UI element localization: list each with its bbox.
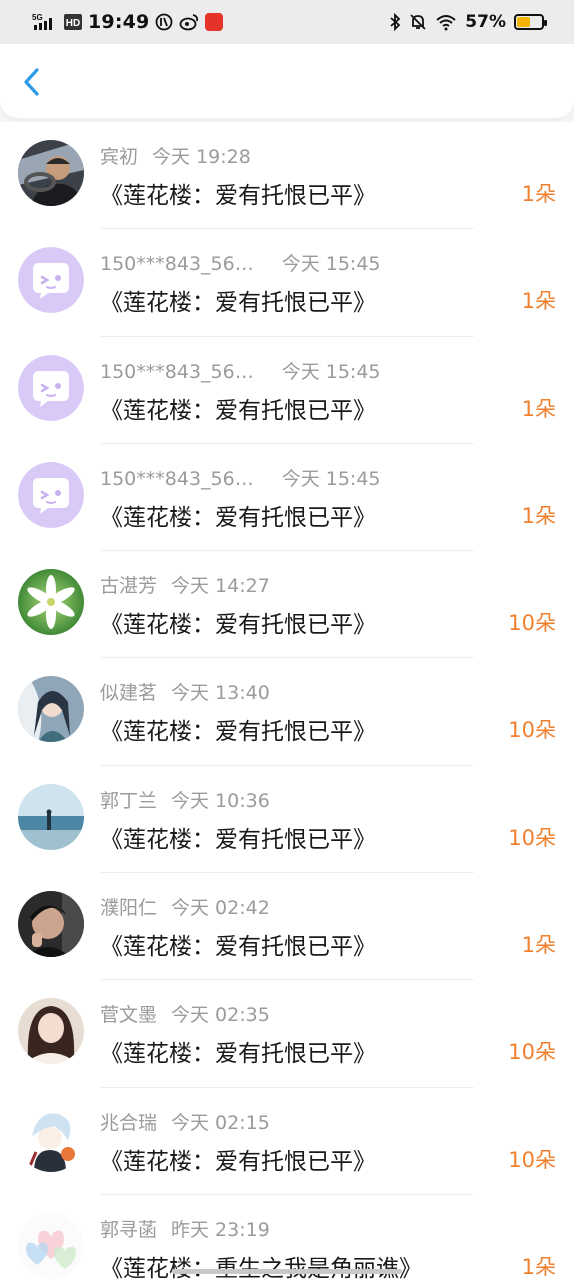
sender-name: 似建茗 — [100, 682, 158, 705]
timestamp: 今天 14:27 — [171, 575, 270, 598]
timestamp: 昨天 23:19 — [171, 1218, 270, 1241]
list-item[interactable]: 兆合瑞 今天 02:15 《莲花楼：爱有托恨已平》 10朵 — [0, 1088, 574, 1196]
mute-bell-icon — [410, 14, 426, 30]
book-title: 《莲花楼：爱有托恨已平》 — [100, 1148, 376, 1175]
sender-name: 150***843_56… — [100, 253, 254, 276]
avatar[interactable] — [18, 891, 84, 958]
sender-name: 菅文墨 — [100, 1004, 158, 1027]
flower-count: 1朵 — [521, 933, 556, 958]
timestamp: 今天 15:45 — [281, 467, 381, 490]
flower-count: 1朵 — [521, 396, 556, 421]
status-right: 57% — [389, 9, 547, 35]
avatar[interactable] — [18, 1105, 84, 1172]
sender-name: 宾初 — [100, 146, 139, 168]
book-title: 《莲花楼：重生之我是角丽谯》 — [100, 1255, 422, 1280]
avatar[interactable] — [18, 1212, 84, 1279]
list-item[interactable]: 150***843_56… 今天 15:45 《莲花楼：爱有托恨已平》 1朵 — [0, 229, 574, 337]
battery-fill — [517, 17, 531, 27]
book-title: 《莲花楼：爱有托恨已平》 — [100, 934, 376, 961]
meta-line: 150***843_56… 今天 15:45 — [100, 464, 381, 491]
notification-app-icon — [156, 13, 173, 31]
weibo-icon — [180, 14, 199, 31]
sender-name: 郭丁兰 — [100, 789, 158, 812]
timestamp: 今天 13:40 — [171, 682, 270, 705]
signal-icon: 5G — [32, 13, 52, 30]
avatar[interactable] — [18, 247, 84, 314]
flower-count: 1朵 — [521, 182, 556, 206]
list-item[interactable]: 郭丁兰 今天 10:36 《莲花楼：爱有托恨已平》 10朵 — [0, 766, 574, 874]
list-item[interactable]: 古湛芳 今天 14:27 《莲花楼：爱有托恨已平》 10朵 — [0, 551, 574, 659]
flower-count: 1朵 — [521, 1254, 556, 1279]
book-title: 《莲花楼：爱有托恨已平》 — [100, 719, 376, 746]
status-bar: 5G HD 19:49 57% — [0, 0, 574, 44]
book-title: 《莲花楼：爱有托恨已平》 — [100, 1041, 376, 1068]
timestamp: 今天 02:15 — [171, 1111, 270, 1134]
sender-name: 郭寻菡 — [100, 1218, 158, 1241]
flower-count: 10朵 — [508, 1040, 556, 1065]
gift-record-list: 宾初 今天 19:28 《莲花楼：爱有托恨已平》 1朵 150***843_56… 今天 … — [0, 122, 574, 1280]
chevron-left-icon — [24, 68, 39, 96]
meta-line: 宾初 今天 19:28 — [100, 142, 251, 169]
sender-name: 150***843_56… — [100, 360, 254, 383]
meta-line: 郭丁兰 今天 10:36 — [100, 786, 270, 813]
flower-count: 10朵 — [508, 611, 556, 636]
timestamp: 今天 15:45 — [281, 360, 381, 383]
meta-line: 兆合瑞 今天 02:15 — [100, 1108, 270, 1135]
list-item[interactable]: 菅文墨 今天 02:35 《莲花楼：爱有托恨已平》 10朵 — [0, 980, 574, 1088]
book-title: 《莲花楼：爱有托恨已平》 — [100, 290, 376, 317]
sender-name: 古湛芳 — [100, 575, 158, 598]
flower-count: 10朵 — [508, 825, 556, 850]
avatar[interactable] — [18, 998, 84, 1065]
meta-line: 似建茗 今天 13:40 — [100, 678, 270, 705]
flower-count: 1朵 — [521, 503, 556, 528]
book-title: 《莲花楼：爱有托恨已平》 — [100, 504, 376, 531]
avatar[interactable] — [18, 783, 84, 850]
meta-line: 古湛芳 今天 14:27 — [100, 571, 270, 598]
battery-percent: 57% — [465, 12, 506, 32]
avatar[interactable] — [18, 676, 84, 743]
status-left: 5G HD 19:49 — [32, 9, 224, 35]
header — [0, 44, 574, 118]
avatar[interactable] — [18, 354, 84, 421]
timestamp: 今天 15:45 — [281, 253, 381, 276]
book-title: 《莲花楼：爱有托恨已平》 — [100, 183, 376, 209]
meta-line: 150***843_56… 今天 15:45 — [100, 357, 381, 384]
hd-icon: HD — [64, 14, 82, 30]
list-item[interactable]: 濮阳仁 今天 02:42 《莲花楼：爱有托恨已平》 1朵 — [0, 873, 574, 981]
clock: 19:49 — [88, 11, 150, 33]
hd-label: HD — [66, 18, 80, 29]
avatar[interactable] — [18, 569, 84, 636]
list-item[interactable]: 150***843_56… 今天 15:45 《莲花楼：爱有托恨已平》 1朵 — [0, 337, 574, 445]
timestamp: 今天 19:28 — [152, 146, 251, 168]
list-item[interactable]: 150***843_56… 今天 15:45 《莲花楼：爱有托恨已平》 1朵 — [0, 444, 574, 552]
flower-count: 1朵 — [521, 289, 556, 314]
wifi-icon — [436, 15, 456, 31]
list-item[interactable]: 宾初 今天 19:28 《莲花楼：爱有托恨已平》 1朵 — [0, 122, 574, 230]
timestamp: 今天 10:36 — [171, 789, 270, 812]
sender-name: 濮阳仁 — [100, 897, 158, 920]
avatar[interactable] — [18, 140, 84, 206]
flower-count: 10朵 — [508, 1147, 556, 1172]
bluetooth-icon — [390, 13, 401, 31]
timestamp: 今天 02:35 — [171, 1004, 270, 1027]
meta-line: 150***843_56… 今天 15:45 — [100, 249, 381, 276]
back-button[interactable] — [14, 64, 50, 100]
avatar[interactable] — [18, 461, 84, 528]
sender-name: 兆合瑞 — [100, 1111, 158, 1134]
meta-line: 濮阳仁 今天 02:42 — [100, 893, 270, 920]
red-app-icon — [205, 13, 224, 31]
flower-count: 10朵 — [508, 718, 556, 743]
list-item[interactable]: 郭寻菡 昨天 23:19 《莲花楼：重生之我是角丽谯》 1朵 — [0, 1195, 574, 1280]
book-title: 《莲花楼：爱有托恨已平》 — [100, 612, 376, 639]
meta-line: 郭寻菡 昨天 23:19 — [100, 1215, 270, 1242]
sender-name: 150***843_56… — [100, 467, 254, 490]
home-indicator[interactable] — [172, 1269, 402, 1274]
book-title: 《莲花楼：爱有托恨已平》 — [100, 397, 376, 424]
list-item[interactable]: 似建茗 今天 13:40 《莲花楼：爱有托恨已平》 10朵 — [0, 658, 574, 767]
network-label: 5G — [32, 13, 43, 22]
book-title: 《莲花楼：爱有托恨已平》 — [100, 826, 376, 853]
timestamp: 今天 02:42 — [171, 897, 270, 920]
battery-icon — [514, 14, 547, 30]
meta-line: 菅文墨 今天 02:35 — [100, 1000, 270, 1027]
